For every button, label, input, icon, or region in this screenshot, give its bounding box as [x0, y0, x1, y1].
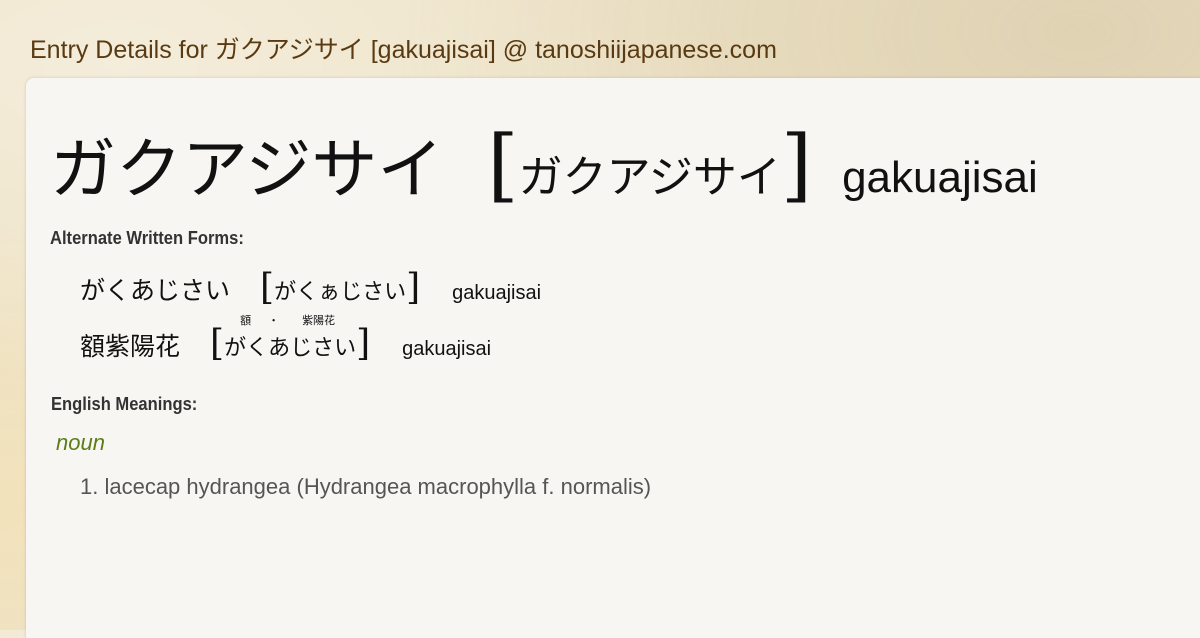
alternate-form-row: 額紫陽花 [ 額 ・ 紫陽花 がくあじさい ] gakuajisai	[80, 314, 492, 364]
alternate-form-word: 額紫陽花	[80, 332, 181, 361]
alternate-form-reading: 額 ・ 紫陽花 がくあじさい	[224, 314, 357, 362]
headword-kana: ガクアジサイ	[50, 131, 444, 208]
alternate-form-reading-text: がくあじさい	[224, 336, 357, 361]
alternate-bracket-close: ]	[356, 323, 371, 364]
headword-reading: ガクアジサイ	[518, 152, 781, 203]
alternate-bracket-open: [	[260, 267, 275, 308]
alternate-form-romaji: gakuajisai	[402, 338, 492, 360]
furigana: 額	[240, 314, 252, 327]
alternate-form-reading: がくぁじさい	[274, 280, 407, 305]
alternate-forms-label: Alternate Written Forms:	[50, 228, 244, 248]
furigana: 紫陽花	[302, 314, 336, 327]
alternate-form-romaji: gakuajisai	[452, 282, 542, 304]
part-of-speech: noun	[56, 430, 105, 455]
alternate-bracket-close: ]	[406, 267, 421, 308]
reading-bracket-open: [	[487, 118, 519, 211]
headword-romaji: gakuajisai	[842, 153, 1038, 202]
page-title: Entry Details for ガクアジサイ [gakuajisai] @ …	[30, 36, 777, 64]
meaning-item: 1. lacecap hydrangea (Hydrangea macrophy…	[80, 474, 652, 499]
headword-line: ガクアジサイ [ ガクアジサイ ] gakuajisai	[50, 116, 1038, 212]
alternate-bracket-open: [	[210, 323, 225, 364]
english-meanings-label: English Meanings:	[51, 394, 198, 414]
entry-card: ガクアジサイ [ ガクアジサイ ] gakuajisai Alternate W…	[26, 78, 1200, 638]
reading-bracket-close: ]	[780, 118, 813, 211]
furigana: ・	[268, 314, 280, 327]
alternate-form-row: がくあじさい [ がくぁじさい ] gakuajisai	[80, 270, 541, 307]
alternate-form-word: がくあじさい	[80, 276, 231, 305]
